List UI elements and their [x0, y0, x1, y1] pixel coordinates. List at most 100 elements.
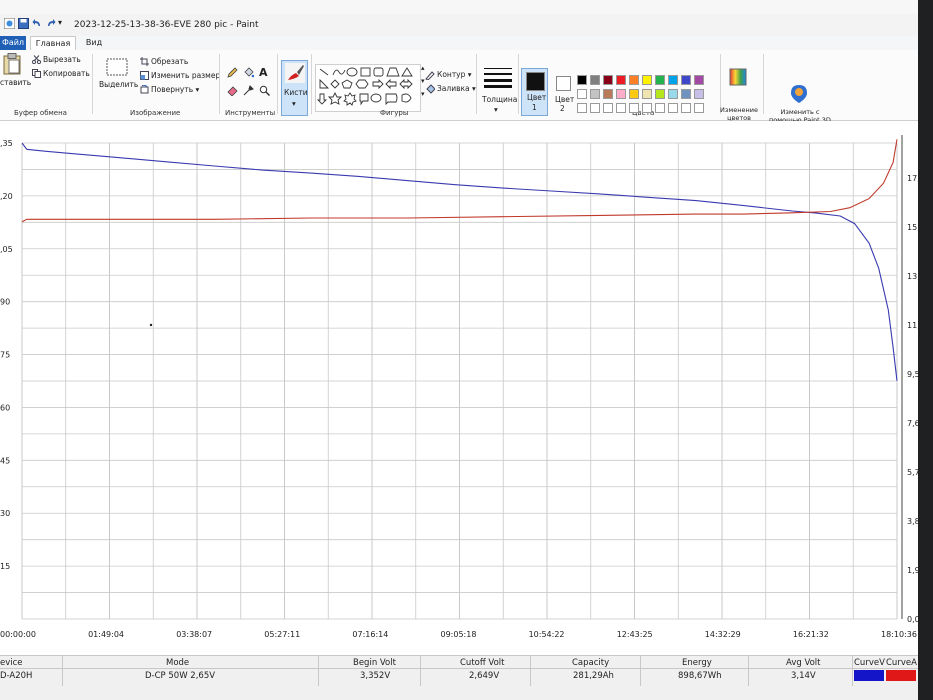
column-divider: [62, 656, 63, 686]
palette-color-swatch[interactable]: [590, 103, 600, 113]
select-button[interactable]: Выделить: [99, 80, 138, 89]
palette-color-swatch[interactable]: [603, 103, 613, 113]
rotate-icon[interactable]: [140, 84, 149, 96]
pencil-icon[interactable]: [227, 67, 238, 80]
palette-color-swatch[interactable]: [616, 75, 626, 85]
x-tick-label: 01:49:04: [88, 630, 124, 639]
palette-color-swatch[interactable]: [668, 89, 678, 99]
resize-button[interactable]: Изменить размер: [151, 71, 220, 80]
y-left-tick-label: ,05: [0, 245, 13, 254]
palette-color-swatch[interactable]: [577, 103, 587, 113]
x-tick-label: 12:43:25: [617, 630, 653, 639]
palette-color-swatch[interactable]: [694, 103, 704, 113]
palette-color-swatch[interactable]: [655, 89, 665, 99]
cutoff-volt-header: Cutoff Volt: [460, 658, 505, 668]
palette-color-swatch[interactable]: [577, 75, 587, 85]
ribbon-tabs: Файл Главная Вид: [0, 36, 920, 50]
divider: [219, 54, 220, 114]
copy-icon[interactable]: [32, 69, 41, 80]
palette-color-swatch[interactable]: [694, 75, 704, 85]
fill-icon[interactable]: [243, 67, 255, 80]
color1-button[interactable]: Цвет 1: [521, 68, 548, 116]
cut-button[interactable]: Вырезать: [43, 55, 81, 64]
shapes-icons: [316, 67, 413, 106]
save-icon[interactable]: [18, 18, 29, 29]
shapes-scroll-down-icon[interactable]: ▾: [421, 77, 425, 85]
brushes-button[interactable]: Кисти ▾: [281, 60, 308, 116]
palette-color-swatch[interactable]: [668, 75, 678, 85]
palette-color-swatch[interactable]: [681, 103, 691, 113]
palette-color-swatch[interactable]: [603, 75, 613, 85]
paste-icon[interactable]: [3, 53, 21, 77]
curvev-header: CurveV: [854, 658, 885, 668]
paste-button[interactable]: ставить: [0, 78, 31, 87]
copy-button[interactable]: Копировать: [43, 69, 90, 78]
device-value: D-A20H: [0, 671, 33, 681]
palette-color-swatch[interactable]: [681, 75, 691, 85]
palette-color-swatch[interactable]: [616, 89, 626, 99]
palette-color-swatch[interactable]: [629, 75, 639, 85]
shapes-more-icon[interactable]: ▾: [421, 90, 425, 98]
size-button[interactable]: Толщина ▾: [482, 66, 517, 114]
resize-icon[interactable]: [140, 71, 149, 82]
palette-color-swatch[interactable]: [655, 75, 665, 85]
outline-icon[interactable]: [425, 70, 435, 82]
fill-shape-icon[interactable]: [425, 84, 436, 96]
color-picker-icon[interactable]: [243, 85, 254, 98]
redo-icon[interactable]: [45, 18, 56, 29]
tab-view[interactable]: Вид: [82, 36, 106, 50]
palette-color-swatch[interactable]: [629, 89, 639, 99]
eraser-icon[interactable]: [227, 85, 238, 98]
palette-color-swatch[interactable]: [590, 75, 600, 85]
device-header: evice: [0, 658, 23, 668]
palette-color-swatch[interactable]: [590, 89, 600, 99]
x-tick-label: 05:27:11: [264, 630, 300, 639]
color1-swatch: [526, 72, 545, 91]
palette-color-swatch[interactable]: [655, 103, 665, 113]
palette-color-swatch[interactable]: [629, 103, 639, 113]
quick-access-menu-icon[interactable]: ▾: [58, 18, 69, 29]
palette-color-swatch[interactable]: [616, 103, 626, 113]
palette-color-swatch[interactable]: [642, 89, 652, 99]
magnifier-icon[interactable]: [259, 85, 271, 98]
rotate-button[interactable]: Повернуть ▾: [151, 85, 199, 94]
shapes-scroll-up-icon[interactable]: ▴: [421, 64, 425, 72]
color2-button[interactable]: Цвет 2: [552, 74, 574, 114]
tab-file[interactable]: Файл: [0, 36, 26, 50]
scissors-icon[interactable]: [31, 55, 42, 66]
divider: [720, 54, 721, 114]
curvea-color-swatch[interactable]: [886, 670, 916, 681]
column-divider: [318, 656, 319, 686]
palette-color-swatch[interactable]: [577, 89, 587, 99]
palette-color-swatch[interactable]: [642, 103, 652, 113]
tab-home[interactable]: Главная: [30, 36, 76, 50]
curvev-color-swatch[interactable]: [854, 670, 884, 681]
select-icon[interactable]: [106, 58, 128, 78]
line-thickness-icon: [484, 68, 512, 88]
palette-color-swatch[interactable]: [603, 89, 613, 99]
undo-icon[interactable]: [32, 18, 43, 29]
outline-button[interactable]: Контур ▾: [437, 70, 472, 79]
y-left-tick-label: 60: [0, 403, 10, 412]
brush-icon: [285, 63, 305, 85]
edit-colors-button[interactable]: Изменение цветов: [719, 106, 759, 122]
crop-button[interactable]: Обрезать: [151, 57, 188, 66]
crop-icon[interactable]: [140, 57, 149, 68]
edit-colors-icon[interactable]: [729, 68, 747, 88]
palette-color-swatch[interactable]: [694, 89, 704, 99]
image-group-label: Изображение: [130, 109, 181, 117]
x-tick-label: 18:10:36: [881, 630, 917, 639]
paint3d-icon[interactable]: [790, 84, 808, 106]
palette-color-swatch[interactable]: [668, 103, 678, 113]
palette-color-swatch[interactable]: [642, 75, 652, 85]
fill-button[interactable]: Заливка ▾: [437, 84, 476, 93]
text-icon[interactable]: A: [259, 66, 268, 79]
divider: [518, 54, 519, 114]
shapes-gallery[interactable]: [315, 64, 421, 112]
y-left-tick-label: 45: [0, 456, 10, 465]
marker-dot: [149, 323, 153, 327]
divider: [92, 54, 93, 114]
palette-color-swatch[interactable]: [681, 89, 691, 99]
y-right-tick-label: 11,40: [907, 321, 918, 330]
divider: [476, 54, 477, 114]
